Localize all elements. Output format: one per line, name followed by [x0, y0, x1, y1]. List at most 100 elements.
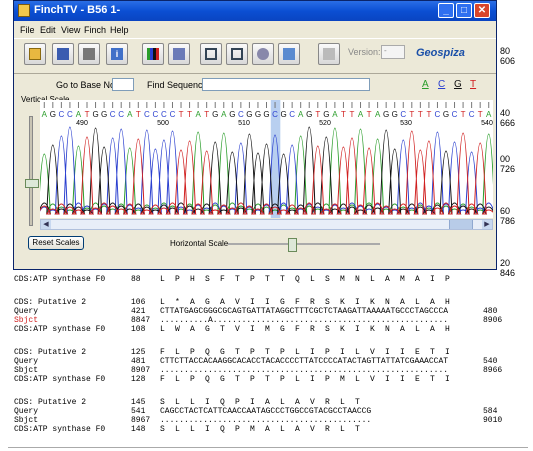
- base-call: C: [58, 110, 64, 119]
- row-start-number: 88: [131, 275, 141, 284]
- row-start-number: 421: [131, 307, 146, 316]
- row-start-number: 106: [131, 298, 146, 307]
- vertical-scale-thumb[interactable]: [25, 179, 39, 188]
- open-file-button[interactable]: [24, 43, 46, 65]
- base-t-toggle[interactable]: T: [470, 79, 476, 90]
- scroll-thumb[interactable]: [449, 220, 473, 229]
- row-start-number: 128: [131, 375, 146, 384]
- base-call: C: [118, 110, 124, 119]
- base-c-toggle[interactable]: C: [438, 79, 445, 90]
- base-call: G: [383, 110, 389, 119]
- sequence-view-button[interactable]: [168, 43, 190, 65]
- edit-button[interactable]: [318, 43, 340, 65]
- sequence-row: ........................................…: [160, 416, 372, 425]
- amino-acid-row: L P H S F T P T T Q L S M N L A M A I P: [160, 275, 451, 284]
- base-call: T: [179, 110, 184, 119]
- horizontal-scrollbar[interactable]: ◀ ▶: [40, 219, 493, 230]
- row-label: CDS:ATP synthase F0: [14, 275, 106, 284]
- amino-acid-row: S L L I Q P I A L A V R L T: [160, 398, 361, 407]
- base-call: C: [170, 110, 176, 119]
- horizontal-scale-label: Horizontal Scale: [170, 239, 229, 248]
- row-start-number: 108: [131, 325, 146, 334]
- divider: [8, 447, 528, 448]
- base-call: A: [76, 110, 82, 119]
- sequence-row: ........................................…: [160, 366, 449, 375]
- scroll-right-arrow-icon[interactable]: ▶: [482, 220, 492, 229]
- menu-view[interactable]: View: [61, 25, 80, 35]
- row-start-number: 481: [131, 357, 146, 366]
- base-call: A: [127, 110, 133, 119]
- go-to-base-input[interactable]: [112, 78, 134, 91]
- info-button[interactable]: i: [106, 43, 128, 65]
- zoom-out-button[interactable]: [226, 43, 248, 65]
- row-label: CDS:ATP synthase F0: [14, 375, 106, 384]
- vertical-scale-slider[interactable]: [25, 116, 39, 226]
- grid-icon: [173, 48, 185, 60]
- position-label: 500: [157, 120, 169, 127]
- row-start-number: 8907: [131, 366, 151, 375]
- row-start-number: 8967: [131, 416, 151, 425]
- export-button[interactable]: [278, 43, 300, 65]
- base-call: A: [332, 110, 338, 119]
- chromatogram-trace-panel[interactable]: AGCCATGGCCATCCCCTTATGAGCGGGCGCAGTGATTATA…: [37, 100, 496, 218]
- row-label: CDS:ATP synthase F0: [14, 325, 106, 334]
- sequence-row: CTTCTTACCACAAGGCACACCTACACCCCTTATCCCCATA…: [160, 357, 449, 366]
- version-select[interactable]: -: [381, 45, 405, 59]
- base-call: T: [136, 110, 141, 119]
- window-title: FinchTV - B56 1-: [34, 4, 121, 16]
- zoom-in-icon: [205, 48, 217, 60]
- menu-edit[interactable]: Edit: [40, 25, 56, 35]
- find-sequence-label: Find Sequence: [147, 80, 208, 90]
- reset-scales-button[interactable]: Reset Scales: [28, 236, 84, 250]
- base-call: T: [341, 110, 346, 119]
- base-call: C: [435, 110, 441, 119]
- printer-icon: [83, 48, 95, 60]
- minimize-button[interactable]: _: [438, 3, 454, 18]
- horizontal-scale-slider[interactable]: [228, 238, 380, 252]
- save-button[interactable]: [52, 43, 74, 65]
- base-g-toggle[interactable]: G: [454, 79, 462, 90]
- base-call: G: [280, 110, 286, 119]
- sequence-row: CTTATGAGCGGGCGCAGTGATTATAGGCTTTCGCTCTAAG…: [160, 307, 449, 316]
- row-label: Sbjct: [14, 416, 39, 425]
- info-icon: i: [111, 48, 123, 60]
- row-start-number: 148: [131, 425, 146, 434]
- base-call: A: [42, 110, 48, 119]
- base-call: T: [204, 110, 209, 119]
- base-call: G: [306, 110, 312, 119]
- base-call: G: [246, 110, 252, 119]
- base-call: C: [400, 110, 406, 119]
- row-start-number: 145: [131, 398, 146, 407]
- find-button[interactable]: [252, 43, 274, 65]
- close-button[interactable]: ✕: [474, 3, 490, 18]
- base-call: T: [478, 110, 483, 119]
- maximize-button[interactable]: □: [456, 3, 472, 18]
- menu-help[interactable]: Help: [110, 25, 129, 35]
- base-call: C: [152, 110, 158, 119]
- zoom-in-button[interactable]: [200, 43, 222, 65]
- base-call: A: [221, 110, 227, 119]
- scroll-left-arrow-icon[interactable]: ◀: [41, 220, 51, 229]
- find-sequence-input[interactable]: [202, 78, 370, 91]
- pencil-icon: [323, 48, 335, 60]
- base-call: A: [298, 110, 304, 119]
- base-call: G: [392, 110, 398, 119]
- base-a-toggle[interactable]: A: [422, 79, 429, 90]
- base-call: T: [418, 110, 423, 119]
- menu-bar: File Edit View Finch Help: [14, 22, 496, 38]
- menu-finch[interactable]: Finch: [84, 25, 106, 35]
- horizontal-scale-thumb[interactable]: [288, 238, 297, 252]
- base-call: T: [85, 110, 90, 119]
- base-call: C: [238, 110, 244, 119]
- row-label: CDS: Putative 2: [14, 398, 87, 407]
- base-call: C: [452, 110, 458, 119]
- menu-file[interactable]: File: [20, 25, 35, 35]
- search-bar: Go to Base No. Find Sequence A C G T: [14, 74, 496, 94]
- chromatogram-view-button[interactable]: [142, 43, 164, 65]
- print-button[interactable]: [78, 43, 100, 65]
- amino-acid-row: L W A G T V I M G F R S K I K N A L A H: [160, 325, 451, 334]
- position-label: 490: [76, 120, 88, 127]
- title-bar[interactable]: FinchTV - B56 1- _ □ ✕: [14, 1, 496, 21]
- chromatogram-svg: AGCCATGGCCATCCCCTTATGAGCGGGCGCAGTGATTATA…: [37, 100, 496, 218]
- base-call: T: [315, 110, 320, 119]
